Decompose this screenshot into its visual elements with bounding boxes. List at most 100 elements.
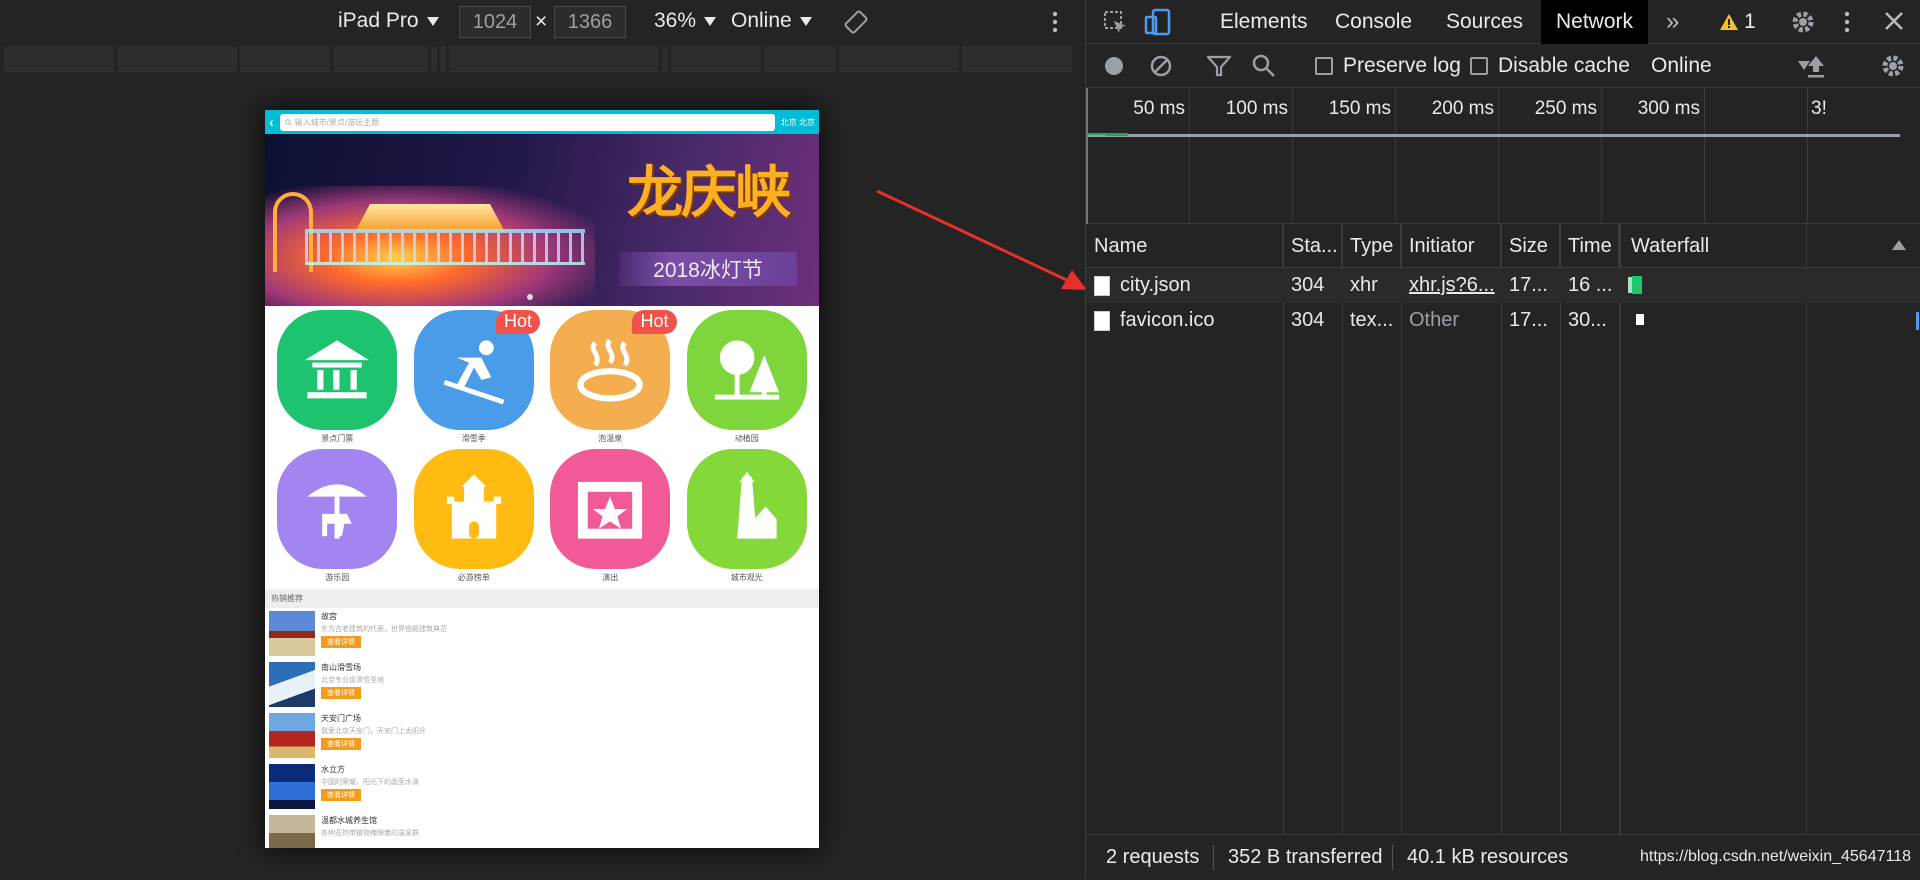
rotate-icon[interactable] [843, 9, 869, 41]
trees-icon[interactable] [686, 310, 807, 430]
ruler-segment[interactable] [764, 46, 836, 72]
carousel-indicator[interactable] [527, 294, 533, 300]
category-item[interactable]: Hot 泡温泉 [542, 310, 679, 449]
category-item[interactable]: 必游榜单 [406, 449, 543, 588]
settings-icon[interactable] [1790, 9, 1816, 41]
hot-badge: Hot [632, 310, 677, 334]
category-item[interactable]: 景点门票 [269, 310, 406, 449]
city-selector[interactable]: 北京 北京 [781, 117, 815, 128]
col-initiator[interactable]: Initiator [1401, 224, 1501, 268]
col-name[interactable]: Name [1086, 224, 1283, 268]
col-time[interactable]: Time [1560, 224, 1619, 268]
tab-network[interactable]: Network [1541, 0, 1649, 44]
item-detail-button[interactable]: 查看详情 [321, 738, 361, 750]
banner-carousel[interactable]: 龙庆峡 2018冰灯节 [265, 134, 819, 306]
list-item[interactable]: 南山滑雪场 北京专业级滑雪圣地 查看详情 [265, 659, 819, 710]
carousel-icon[interactable] [277, 449, 398, 569]
pavilion-icon[interactable] [277, 310, 398, 430]
ruler-segment[interactable] [440, 46, 446, 72]
mobile-search-input[interactable]: 输入城市/景点/游玩主题 [279, 113, 775, 131]
category-item[interactable]: 演出 [542, 449, 679, 588]
category-item[interactable]: 游乐园 [269, 449, 406, 588]
inspect-element-icon[interactable] [1102, 9, 1128, 41]
device-select[interactable]: iPad Pro [338, 9, 439, 33]
list-item[interactable]: 水立方 中国的荣耀，阳光下的晶莹水滴 查看详情 [265, 761, 819, 812]
item-detail-button[interactable]: 查看详情 [321, 789, 361, 801]
customize-menu-icon[interactable] [1843, 10, 1851, 40]
col-waterfall[interactable]: Waterfall [1619, 224, 1920, 268]
list-item[interactable]: 天安门广场 我爱北京天安门，天安门上太阳升 查看详情 [265, 710, 819, 761]
ruler-segment[interactable] [671, 46, 761, 72]
more-tabs-icon[interactable]: » [1666, 8, 1679, 36]
col-size[interactable]: Size [1501, 224, 1560, 268]
ruler-segment[interactable] [962, 46, 1072, 72]
item-detail-button[interactable]: 查看详情 [321, 636, 361, 648]
list-item[interactable]: 故宫 东方古老建筑的代表，世界宫殿建筑典范 查看详情 [265, 608, 819, 659]
tower-icon[interactable] [686, 449, 807, 569]
devtools-tab-bar: Elements Console Sources Network » 1 [1086, 0, 1920, 44]
ruler-segment[interactable] [240, 46, 330, 72]
clear-icon[interactable] [1149, 54, 1173, 78]
sort-ascending-icon[interactable] [1892, 240, 1906, 250]
preserve-log-checkbox[interactable]: Preserve log [1315, 54, 1461, 78]
device-toolbar: iPad Pro 1024 × 1366 36% Online [0, 0, 1084, 44]
throttle-select[interactable]: Online [731, 9, 812, 33]
tab-sources[interactable]: Sources [1446, 0, 1523, 44]
category-item[interactable]: Hot 滑雪季 [406, 310, 543, 449]
close-icon[interactable] [1883, 10, 1905, 38]
category-label: 滑雪季 [461, 434, 486, 443]
table-row[interactable]: favicon.ico 304 tex... Other 17... 30... [1086, 303, 1920, 338]
ruler-segment[interactable] [117, 46, 237, 72]
device-toolbar-icon[interactable] [1144, 8, 1172, 42]
list-item[interactable]: 温都水城养生馆 各种亚热带植物掩映着的温泉群 [265, 812, 819, 848]
timeline-gridline [1704, 88, 1705, 224]
ruler-segment[interactable] [839, 46, 959, 72]
record-icon[interactable] [1103, 55, 1125, 77]
height-input[interactable]: 1366 [554, 6, 626, 38]
warnings-counter[interactable]: 1 [1720, 10, 1756, 34]
request-name[interactable]: favicon.ico [1120, 309, 1215, 332]
ruler-segment[interactable] [449, 46, 659, 72]
tab-console[interactable]: Console [1335, 0, 1412, 44]
category-item[interactable]: 动植园 [679, 310, 816, 449]
resources-size: 40.1 kB resources [1407, 845, 1569, 868]
annotation-arrow-icon [876, 189, 1087, 290]
search-icon[interactable] [1252, 54, 1276, 78]
request-status: 304 [1291, 274, 1325, 296]
checkbox-box [1470, 56, 1488, 75]
ruler-segment[interactable] [4, 46, 114, 72]
item-desc: 北京专业级滑雪圣地 [321, 677, 384, 684]
ruler-segment[interactable] [662, 46, 668, 72]
import-har-icon[interactable] [1806, 54, 1826, 78]
width-input[interactable]: 1024 [459, 6, 531, 38]
col-status[interactable]: Sta... [1283, 224, 1342, 268]
more-options-icon[interactable] [1051, 10, 1059, 40]
overview-timeline[interactable]: 50 ms 100 ms 150 ms 200 ms 250 ms 300 ms 3! [1086, 88, 1920, 224]
request-initiator: Other [1409, 309, 1460, 331]
ruler-segment[interactable] [431, 46, 437, 72]
disable-cache-label: Disable cache [1498, 53, 1630, 77]
request-name[interactable]: city.json [1120, 274, 1191, 297]
col-type[interactable]: Type [1342, 224, 1401, 268]
filter-icon[interactable] [1207, 55, 1231, 77]
chevron-down-icon [426, 16, 439, 26]
tab-elements[interactable]: Elements [1220, 0, 1308, 44]
network-settings-icon[interactable] [1880, 53, 1906, 79]
item-detail-button[interactable]: 查看详情 [321, 687, 361, 699]
request-initiator[interactable]: xhr.js?6... [1401, 268, 1501, 303]
castle-icon[interactable] [413, 449, 534, 569]
back-arrow-icon[interactable]: ‹ [269, 115, 274, 129]
recommend-list: 故宫 东方古老建筑的代表，世界宫殿建筑典范 查看详情 南山滑雪场 北京专业级滑雪圣地 查看… [265, 608, 819, 848]
ruler-segment[interactable] [333, 46, 428, 72]
table-row[interactable]: city.json 304 xhr xhr.js?6... 17... 16 .… [1086, 268, 1920, 303]
media-query-ruler[interactable] [0, 46, 1084, 72]
timeline-gridline [1807, 88, 1808, 224]
item-desc: 我爱北京天安门，天安门上太阳升 [321, 728, 426, 735]
stage-icon[interactable] [550, 449, 671, 569]
banner-title: 龙庆峡 [627, 160, 791, 226]
chevron-down-icon [704, 16, 717, 26]
zoom-select[interactable]: 36% [654, 9, 717, 33]
disable-cache-checkbox[interactable]: Disable cache [1470, 54, 1630, 78]
category-item[interactable]: 城市观光 [679, 449, 816, 588]
network-throttle-select[interactable]: Online [1651, 54, 1810, 78]
